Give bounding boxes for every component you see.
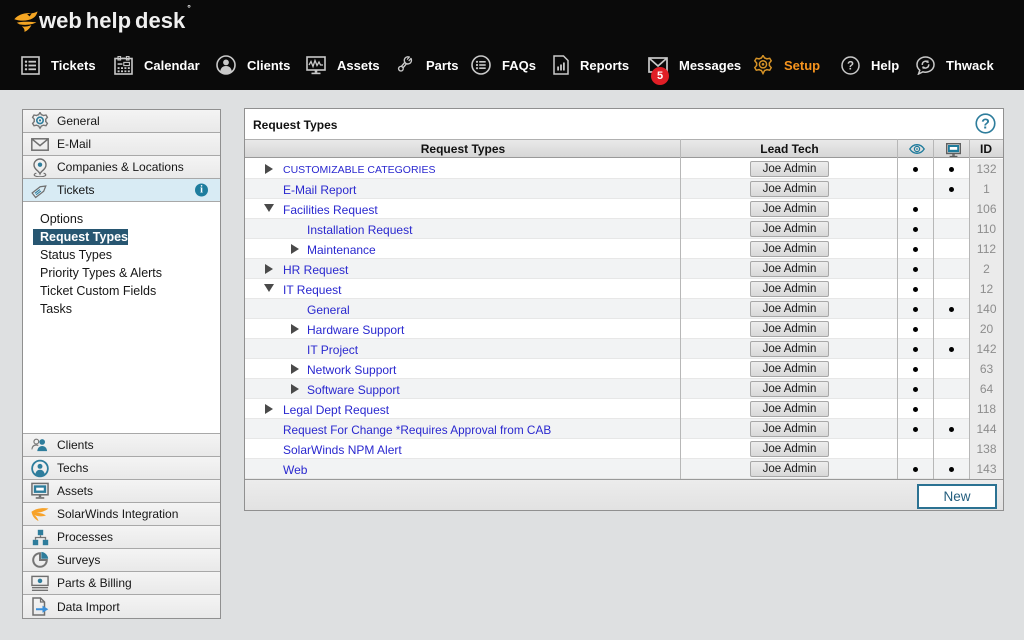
svg-text:?: ?: [847, 60, 854, 72]
svg-text:?: ?: [981, 116, 990, 132]
